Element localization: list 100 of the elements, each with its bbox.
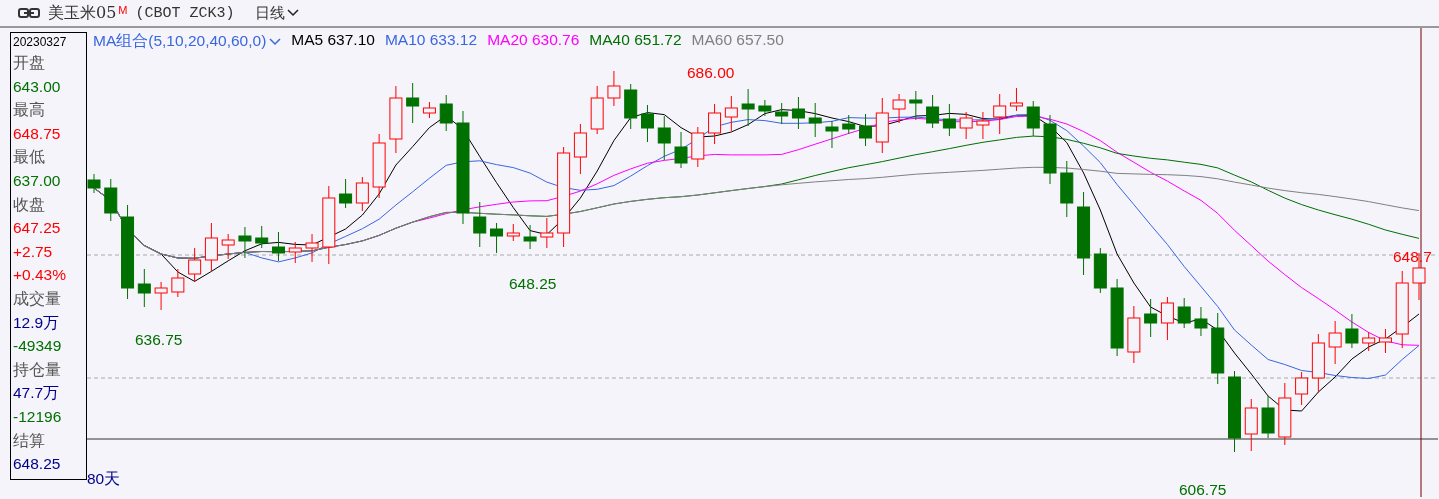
ma-legend-value: MA20 630.76 <box>487 31 580 50</box>
range-label: 80天 <box>87 469 121 489</box>
ma-legend-value: MA10 633.12 <box>384 31 478 50</box>
candlestick <box>188 247 202 283</box>
candlestick <box>154 281 168 311</box>
candlestick <box>1009 87 1023 112</box>
quote-value: 最低 <box>13 147 46 168</box>
contract-name: 美玉米05 <box>48 2 117 24</box>
chevron-down-icon <box>286 9 299 17</box>
quote-value: 成交量 <box>13 288 62 309</box>
ma-legend-value: MA5 637.10 <box>291 31 375 50</box>
candlestick <box>641 104 654 143</box>
candlestick <box>993 93 1007 135</box>
candlestick <box>741 88 755 127</box>
candlestick <box>372 133 386 199</box>
candlestick <box>339 178 353 209</box>
candlestick <box>607 70 621 107</box>
candlestick <box>1278 382 1292 446</box>
candlestick <box>389 85 403 154</box>
quote-value: 收盘 <box>13 194 46 215</box>
candlestick <box>473 201 487 248</box>
quote-value: 637.00 <box>13 170 62 191</box>
chevron-down-icon <box>269 37 282 46</box>
candlestick <box>288 241 302 264</box>
candlestick <box>305 233 319 263</box>
candlestick <box>909 90 923 121</box>
candlestick <box>1043 114 1057 185</box>
candlestick <box>775 102 789 125</box>
candlestick <box>808 102 822 138</box>
candlestick <box>1194 306 1208 337</box>
quote-date: 20230327 <box>13 34 68 51</box>
candlestick <box>1026 100 1040 137</box>
candlestick <box>624 83 638 130</box>
quote-value: 持仓量 <box>13 359 62 380</box>
ma-legend-value: MA60 657.50 <box>691 31 784 50</box>
candlestick <box>1378 328 1392 354</box>
candlestick <box>926 94 940 129</box>
candlestick <box>171 268 185 298</box>
candlestick <box>355 176 369 212</box>
candlestick <box>506 223 520 242</box>
candlestick <box>490 222 504 254</box>
quote-value: 648.75 <box>13 123 62 144</box>
price-label: 648.7 <box>1393 248 1432 266</box>
candlestick <box>1093 247 1107 294</box>
price-label: 606.75 <box>1179 481 1227 499</box>
candlestick <box>942 103 956 137</box>
candlestick <box>758 99 772 117</box>
contract-code: (CBOT ZCK3) <box>135 4 235 22</box>
link-icon[interactable] <box>18 8 40 18</box>
candlestick <box>87 173 101 194</box>
candlestick <box>791 96 805 130</box>
candlestick <box>573 123 587 175</box>
candlestick <box>406 82 420 124</box>
ma-selector-dropdown[interactable]: MA组合(5,10,20,40,60,0) <box>93 31 282 52</box>
candlestick <box>674 131 688 169</box>
quote-value: 结算 <box>13 430 46 451</box>
quote-value: 12.9万 <box>13 312 61 333</box>
quote-value: 最高 <box>13 100 46 121</box>
quote-value: 643.00 <box>13 76 62 97</box>
quote-value: 647.25 <box>13 218 62 239</box>
candlestick <box>1261 395 1275 439</box>
candlestick <box>1127 305 1141 364</box>
candlestick <box>540 217 554 249</box>
quote-value: 开盘 <box>13 53 46 73</box>
candlestick <box>422 101 436 119</box>
candlestick <box>1362 331 1376 352</box>
candlestick <box>875 97 889 154</box>
candlestick <box>1244 398 1258 452</box>
candlestick <box>691 126 705 168</box>
candlestick <box>1295 371 1309 406</box>
candlestick <box>137 268 151 308</box>
candlestick <box>1144 298 1158 338</box>
candlestick <box>825 120 839 149</box>
period-dropdown[interactable]: 日线 <box>254 3 299 23</box>
price-label: 636.75 <box>135 331 183 349</box>
ma-legend-value: MA40 651.72 <box>589 31 682 50</box>
quote-value: -12196 <box>13 406 63 427</box>
candlestick <box>1311 333 1325 393</box>
candlestick <box>1060 160 1074 218</box>
candlestick <box>657 115 671 161</box>
candlestick <box>1345 313 1359 349</box>
quote-value: -49349 <box>13 336 63 357</box>
candlestick <box>1177 297 1191 329</box>
candlestick <box>959 111 973 140</box>
candlestick <box>1160 296 1174 341</box>
candlestick <box>892 93 906 124</box>
candlestick <box>238 226 252 259</box>
candlestick <box>708 103 722 145</box>
candlestick <box>104 178 118 222</box>
candlestick <box>204 222 218 272</box>
candlestick <box>439 94 453 132</box>
candlestick <box>724 95 738 132</box>
market-superscript: M <box>118 4 128 16</box>
quote-value: +2.75 <box>13 241 54 262</box>
candlestick <box>859 113 872 147</box>
quote-value: +0.43% <box>13 265 67 286</box>
quote-value: 47.7万 <box>13 383 61 404</box>
price-label: 648.25 <box>509 275 557 293</box>
price-label: 686.00 <box>687 64 735 82</box>
quote-value: 648.25 <box>13 454 62 475</box>
